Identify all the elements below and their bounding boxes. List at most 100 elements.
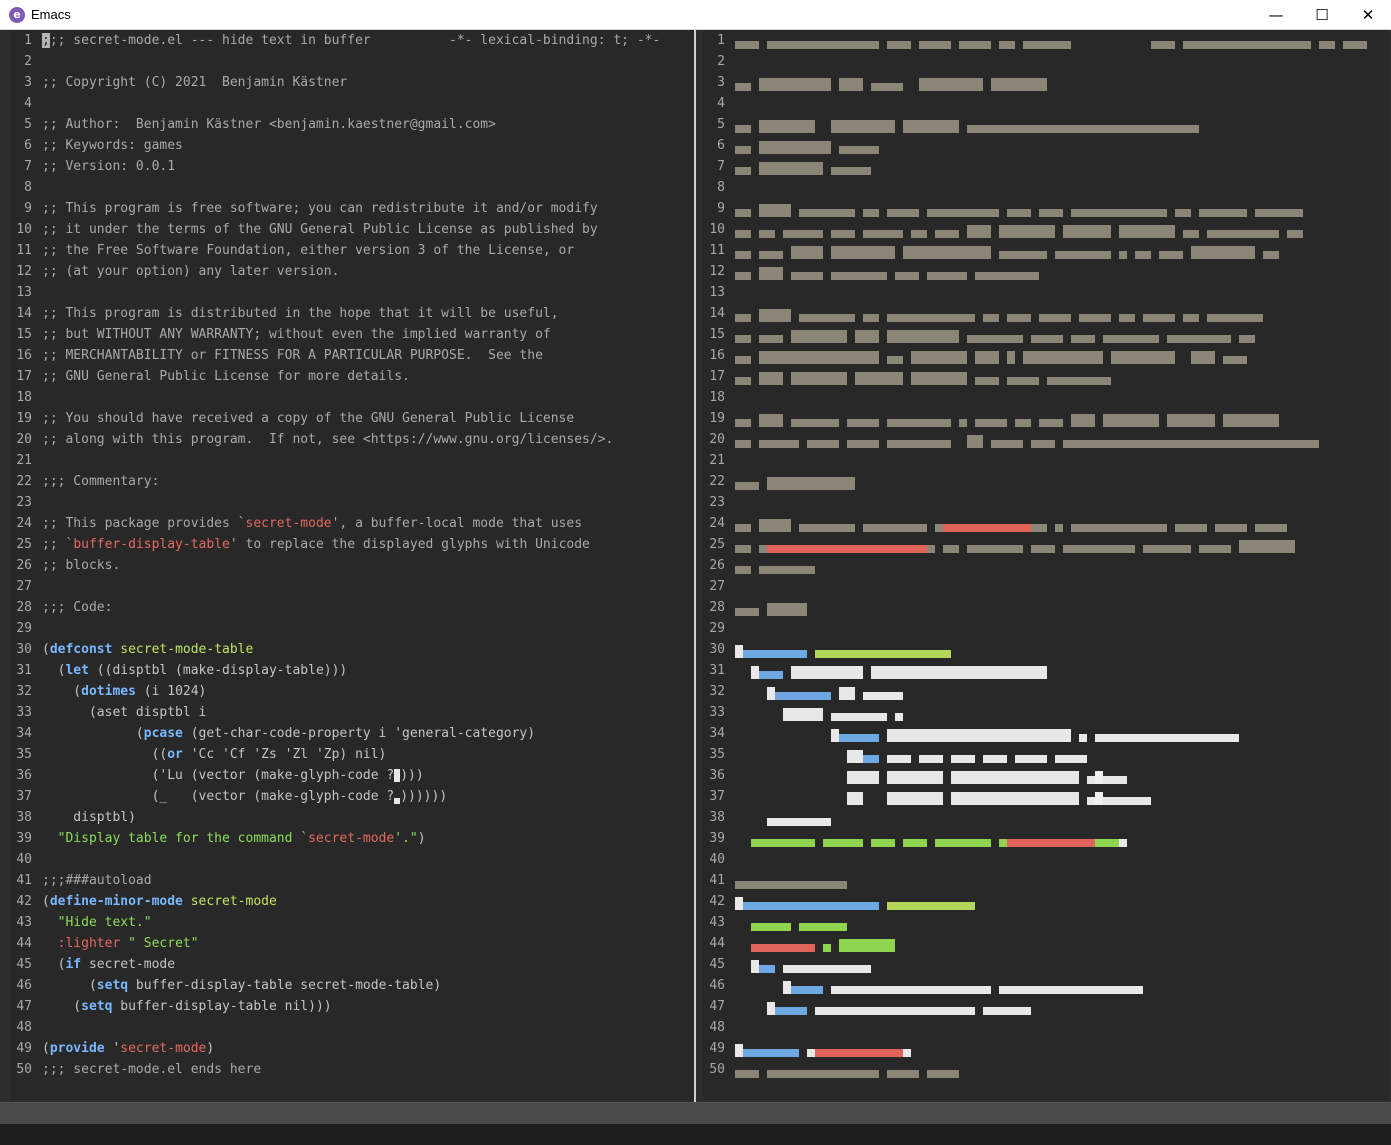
- minimize-button[interactable]: —: [1253, 0, 1299, 30]
- code-line[interactable]: 27: [10, 576, 42, 597]
- secret-line[interactable]: 23: [703, 492, 1389, 513]
- secret-line[interactable]: 40: [703, 849, 1389, 870]
- secret-line[interactable]: 32: [703, 681, 1389, 702]
- code-line[interactable]: 10 ;; it under the terms of the GNU Gener…: [10, 219, 597, 240]
- secret-line[interactable]: 19: [703, 408, 1389, 429]
- code-line[interactable]: 40: [10, 849, 42, 870]
- secret-line[interactable]: 38: [703, 807, 1389, 828]
- secret-line[interactable]: 6: [703, 135, 1389, 156]
- code-line[interactable]: 7 ;; Version: 0.0.1: [10, 156, 175, 177]
- secret-line[interactable]: 2: [703, 51, 1389, 72]
- code-line[interactable]: 15 ;; but WITHOUT ANY WARRANTY; without e…: [10, 324, 550, 345]
- secret-line[interactable]: 36: [703, 765, 1389, 786]
- secret-line[interactable]: 48: [703, 1017, 1389, 1038]
- code-line[interactable]: 48: [10, 1017, 42, 1038]
- code-line[interactable]: 26 ;; blocks.: [10, 555, 120, 576]
- secret-line[interactable]: 35: [703, 744, 1389, 765]
- secret-line[interactable]: 37: [703, 786, 1389, 807]
- code-line[interactable]: 5 ;; Author: Benjamin Kästner <benjamin.k…: [10, 114, 496, 135]
- code-line[interactable]: 12 ;; (at your option) any later version.: [10, 261, 339, 282]
- code-line[interactable]: 34 (pcase (get-char-code-property i 'gen…: [10, 723, 535, 744]
- code-line[interactable]: 38 disptbl): [10, 807, 136, 828]
- code-line[interactable]: 6 ;; Keywords: games: [10, 135, 183, 156]
- code-line[interactable]: 31 (let ((disptbl (make-display-table))): [10, 660, 347, 681]
- secret-line[interactable]: 46: [703, 975, 1389, 996]
- secret-line[interactable]: 10: [703, 219, 1389, 240]
- secret-line[interactable]: 27: [703, 576, 1389, 597]
- secret-line[interactable]: 22: [703, 471, 1389, 492]
- secret-line[interactable]: 29: [703, 618, 1389, 639]
- secret-line[interactable]: 20: [703, 429, 1389, 450]
- secret-line[interactable]: 12: [703, 261, 1389, 282]
- secret-line[interactable]: 50: [703, 1059, 1389, 1080]
- code-line[interactable]: 30 (defconst secret-mode-table: [10, 639, 253, 660]
- secret-line[interactable]: 11: [703, 240, 1389, 261]
- code-line[interactable]: 32 (dotimes (i 1024): [10, 681, 206, 702]
- secret-line[interactable]: 26: [703, 555, 1389, 576]
- secret-line[interactable]: 34: [703, 723, 1389, 744]
- code-line[interactable]: 50 ;;; secret-mode.el ends here: [10, 1059, 261, 1080]
- secret-line[interactable]: 16: [703, 345, 1389, 366]
- code-line[interactable]: 2: [10, 51, 42, 72]
- code-line[interactable]: 33 (aset disptbl i: [10, 702, 206, 723]
- code-line[interactable]: 23: [10, 492, 42, 513]
- secret-line[interactable]: 44: [703, 933, 1389, 954]
- code-line[interactable]: 41 ;;;###autoload: [10, 870, 151, 891]
- code-line[interactable]: 29: [10, 618, 42, 639]
- secret-line[interactable]: 49: [703, 1038, 1389, 1059]
- code-line[interactable]: 49 (provide 'secret-mode): [10, 1038, 214, 1059]
- code-line[interactable]: 11 ;; the Free Software Foundation, eithe…: [10, 240, 574, 261]
- secret-line[interactable]: 18: [703, 387, 1389, 408]
- secret-line[interactable]: 17: [703, 366, 1389, 387]
- code-line[interactable]: 21: [10, 450, 42, 471]
- code-line[interactable]: 16 ;; MERCHANTABILITY or FITNESS FOR A PA…: [10, 345, 543, 366]
- code-line[interactable]: 46 (setq buffer-display-table secret-mod…: [10, 975, 441, 996]
- secret-line[interactable]: 3: [703, 72, 1389, 93]
- secret-line[interactable]: 42: [703, 891, 1389, 912]
- code-line[interactable]: 17 ;; GNU General Public License for more…: [10, 366, 410, 387]
- code-line[interactable]: 24 ;; This package provides `secret-mode'…: [10, 513, 582, 534]
- secret-line[interactable]: 41: [703, 870, 1389, 891]
- code-line[interactable]: 19 ;; You should have received a copy of …: [10, 408, 574, 429]
- secret-line[interactable]: 7: [703, 156, 1389, 177]
- code-line[interactable]: 22 ;;; Commentary:: [10, 471, 159, 492]
- code-line[interactable]: 3 ;; Copyright (C) 2021 Benjamin Kästner: [10, 72, 347, 93]
- secret-line[interactable]: 15: [703, 324, 1389, 345]
- code-line[interactable]: 36 ('Lu (vector (make-glyph-code ?))): [10, 765, 423, 786]
- secret-line[interactable]: 24: [703, 513, 1389, 534]
- secret-line[interactable]: 21: [703, 450, 1389, 471]
- code-line[interactable]: 43 "Hide text.": [10, 912, 151, 933]
- left-editor-pane[interactable]: 1;;; secret-mode.el --- hide text in buf…: [10, 30, 694, 1100]
- code-line[interactable]: 8: [10, 177, 42, 198]
- code-line[interactable]: 42 (define-minor-mode secret-mode: [10, 891, 276, 912]
- code-line[interactable]: 13: [10, 282, 42, 303]
- secret-line[interactable]: 47: [703, 996, 1389, 1017]
- minibuffer[interactable]: [0, 1124, 1391, 1145]
- secret-line[interactable]: 13: [703, 282, 1389, 303]
- secret-line[interactable]: 8: [703, 177, 1389, 198]
- code-line[interactable]: 39 "Display table for the command `secre…: [10, 828, 425, 849]
- secret-line[interactable]: 30: [703, 639, 1389, 660]
- code-line[interactable]: 14 ;; This program is distributed in the …: [10, 303, 558, 324]
- code-line[interactable]: 28 ;;; Code:: [10, 597, 112, 618]
- secret-line[interactable]: 28: [703, 597, 1389, 618]
- secret-line[interactable]: 5: [703, 114, 1389, 135]
- code-line[interactable]: 25 ;; `buffer-display-table' to replace t…: [10, 534, 590, 555]
- secret-line[interactable]: 4: [703, 93, 1389, 114]
- maximize-button[interactable]: ☐: [1299, 0, 1345, 30]
- code-line[interactable]: 47 (setq buffer-display-table nil))): [10, 996, 331, 1017]
- code-line[interactable]: 18: [10, 387, 42, 408]
- secret-line[interactable]: 31: [703, 660, 1389, 681]
- code-line[interactable]: 37 (_ (vector (make-glyph-code ?)))))): [10, 786, 447, 807]
- code-line[interactable]: 9 ;; This program is free software; you c…: [10, 198, 598, 219]
- code-line[interactable]: 4: [10, 93, 42, 114]
- secret-line[interactable]: 14: [703, 303, 1389, 324]
- code-line[interactable]: 1;;; secret-mode.el --- hide text in buf…: [10, 30, 660, 51]
- secret-line[interactable]: 9: [703, 198, 1389, 219]
- code-line[interactable]: 45 (if secret-mode: [10, 954, 175, 975]
- secret-line[interactable]: 39: [703, 828, 1389, 849]
- right-editor-pane-secret[interactable]: 1 2 3 4 5 6 7 8 9 10 11 12 13 14 15 16 17 18 19 20 21 22 23 24 2…: [703, 30, 1389, 1100]
- code-line[interactable]: 44 :lighter " Secret": [10, 933, 198, 954]
- secret-line[interactable]: 25: [703, 534, 1389, 555]
- code-line[interactable]: 35 ((or 'Cc 'Cf 'Zs 'Zl 'Zp) nil): [10, 744, 386, 765]
